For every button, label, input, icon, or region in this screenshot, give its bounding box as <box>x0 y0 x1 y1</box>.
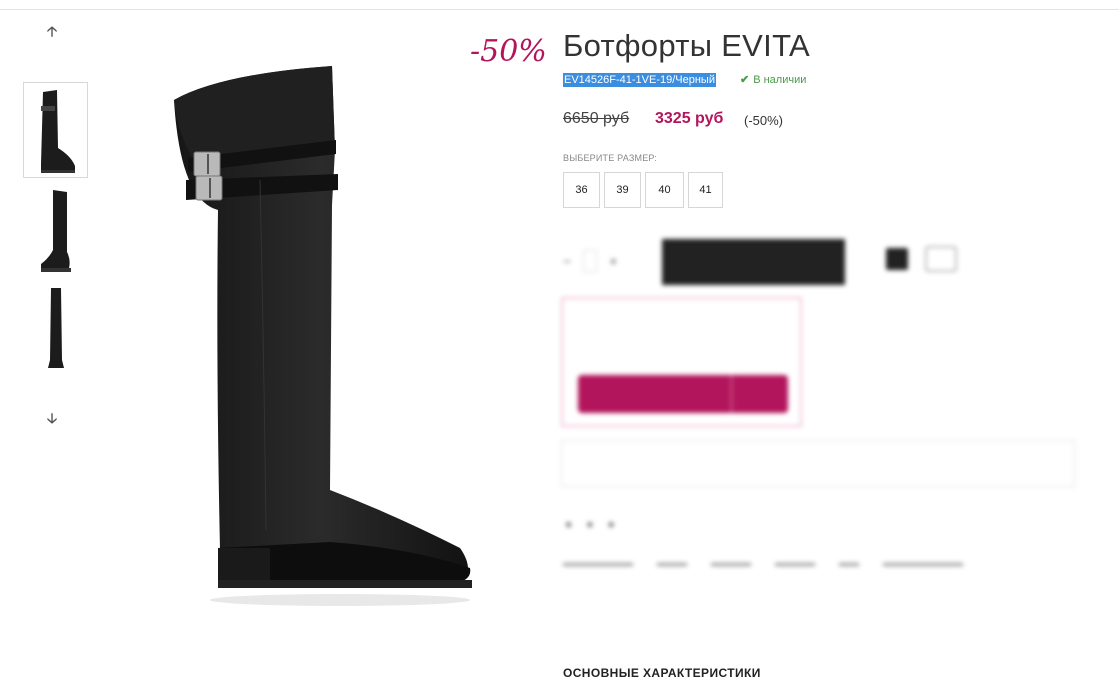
delivery-info-bar <box>561 440 1075 487</box>
thumbnail-1[interactable] <box>23 82 88 178</box>
minus-icon[interactable]: − <box>563 253 571 269</box>
share-icon[interactable]: ● <box>608 517 615 531</box>
credit-button[interactable] <box>578 375 788 413</box>
arrow-down-icon[interactable]: 🡣 <box>44 410 60 428</box>
size-label: ВЫБЕРИТЕ РАЗМЕР: <box>563 153 658 163</box>
quantity-field[interactable] <box>583 250 598 272</box>
credit-button-extra <box>732 375 788 413</box>
tag[interactable]: ▬▬▬ <box>657 558 687 569</box>
tag[interactable]: ▬▬▬▬▬▬▬▬ <box>883 558 963 569</box>
top-divider <box>0 9 1119 10</box>
size-option[interactable]: 36 <box>563 172 600 208</box>
tag[interactable]: ▬▬ <box>839 558 859 569</box>
tag[interactable]: ▬▬▬▬▬▬▬ <box>563 558 633 569</box>
share-icon[interactable]: ● <box>586 517 593 531</box>
stock-status: ✔ В наличии <box>740 73 807 87</box>
arrow-up-icon[interactable]: 🡡 <box>44 23 60 41</box>
quantity-stepper[interactable]: − + <box>563 250 617 272</box>
credit-button-label <box>578 375 732 413</box>
share-icon[interactable]: ● <box>565 517 572 531</box>
characteristics-heading: ОСНОВНЫЕ ХАРАКТЕРИСТИКИ <box>563 666 761 680</box>
stock-text: В наличии <box>753 73 807 86</box>
plus-icon[interactable]: + <box>609 253 617 269</box>
size-selector: 36 39 40 41 <box>563 172 723 208</box>
check-icon: ✔ <box>740 74 750 86</box>
tag[interactable]: ▬▬▬▬ <box>711 558 751 569</box>
credit-offer-box <box>561 297 802 427</box>
new-price: 3325 руб <box>655 110 724 127</box>
compare-icon[interactable] <box>886 248 908 270</box>
add-to-cart-button[interactable] <box>662 239 845 285</box>
wishlist-icon[interactable] <box>925 246 957 272</box>
tag[interactable]: ▬▬▬▬ <box>775 558 815 569</box>
size-option[interactable]: 39 <box>604 172 641 208</box>
product-sku: EV14526F-41-1VE-19/Черный <box>563 73 716 87</box>
thumbnail-3[interactable] <box>23 280 88 376</box>
discount-percent: (-50%) <box>744 113 784 128</box>
boot-front-thumbnail <box>47 288 64 368</box>
share-icons: ● ● ● <box>565 517 615 531</box>
discount-tag: -50% <box>470 34 547 69</box>
size-option[interactable]: 40 <box>645 172 684 208</box>
boot-angle-thumbnail <box>40 190 71 272</box>
size-option[interactable]: 41 <box>688 172 723 208</box>
product-main-image[interactable] <box>160 60 480 615</box>
tag-list: ▬▬▬▬▬▬▬ ▬▬▬ ▬▬▬▬ ▬▬▬▬ ▬▬ ▬▬▬▬▬▬▬▬ <box>563 558 963 569</box>
boot-side-thumbnail <box>40 90 75 173</box>
thumbnail-2[interactable] <box>23 182 88 278</box>
old-price: 6650 руб <box>563 110 630 127</box>
product-title: Ботфорты EVITA <box>563 28 810 63</box>
